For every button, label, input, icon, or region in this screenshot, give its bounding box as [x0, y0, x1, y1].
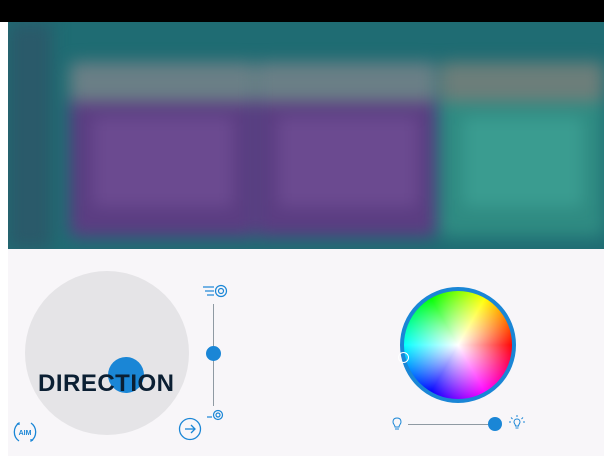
blurred-card-inner-3 [463, 117, 583, 207]
color-wheel[interactable] [400, 287, 516, 403]
color-wheel-white-center [404, 291, 512, 399]
bulb-dim-icon [392, 417, 402, 430]
blurred-background-content [8, 22, 604, 249]
blurred-card-header-1 [70, 62, 255, 102]
direction-label: DIRECTION [38, 370, 175, 397]
arrow-right-circle-icon[interactable] [178, 417, 202, 441]
top-bar [0, 0, 604, 22]
app-frame: DIRECTION AIM [0, 0, 604, 456]
control-panel: DIRECTION AIM [8, 249, 604, 456]
blurred-card-inner-1 [93, 117, 233, 207]
aim-label: AIM [19, 430, 32, 437]
blurred-background [8, 22, 604, 249]
color-wheel-handle[interactable] [398, 352, 409, 363]
blurred-card-header-2 [256, 62, 436, 102]
aim-button[interactable]: AIM [12, 419, 38, 445]
blurred-left-strip [8, 22, 52, 249]
speed-slow-icon [207, 409, 224, 421]
speed-fast-icon [203, 284, 228, 298]
bulb-bright-icon [509, 415, 525, 429]
blurred-card-inner-2 [278, 117, 418, 207]
blurred-card-header-3 [440, 62, 604, 102]
speed-slider-thumb[interactable] [206, 346, 221, 361]
direction-joystick[interactable] [25, 271, 189, 435]
brightness-slider-thumb[interactable] [488, 417, 502, 431]
brightness-slider-track[interactable] [408, 424, 500, 425]
